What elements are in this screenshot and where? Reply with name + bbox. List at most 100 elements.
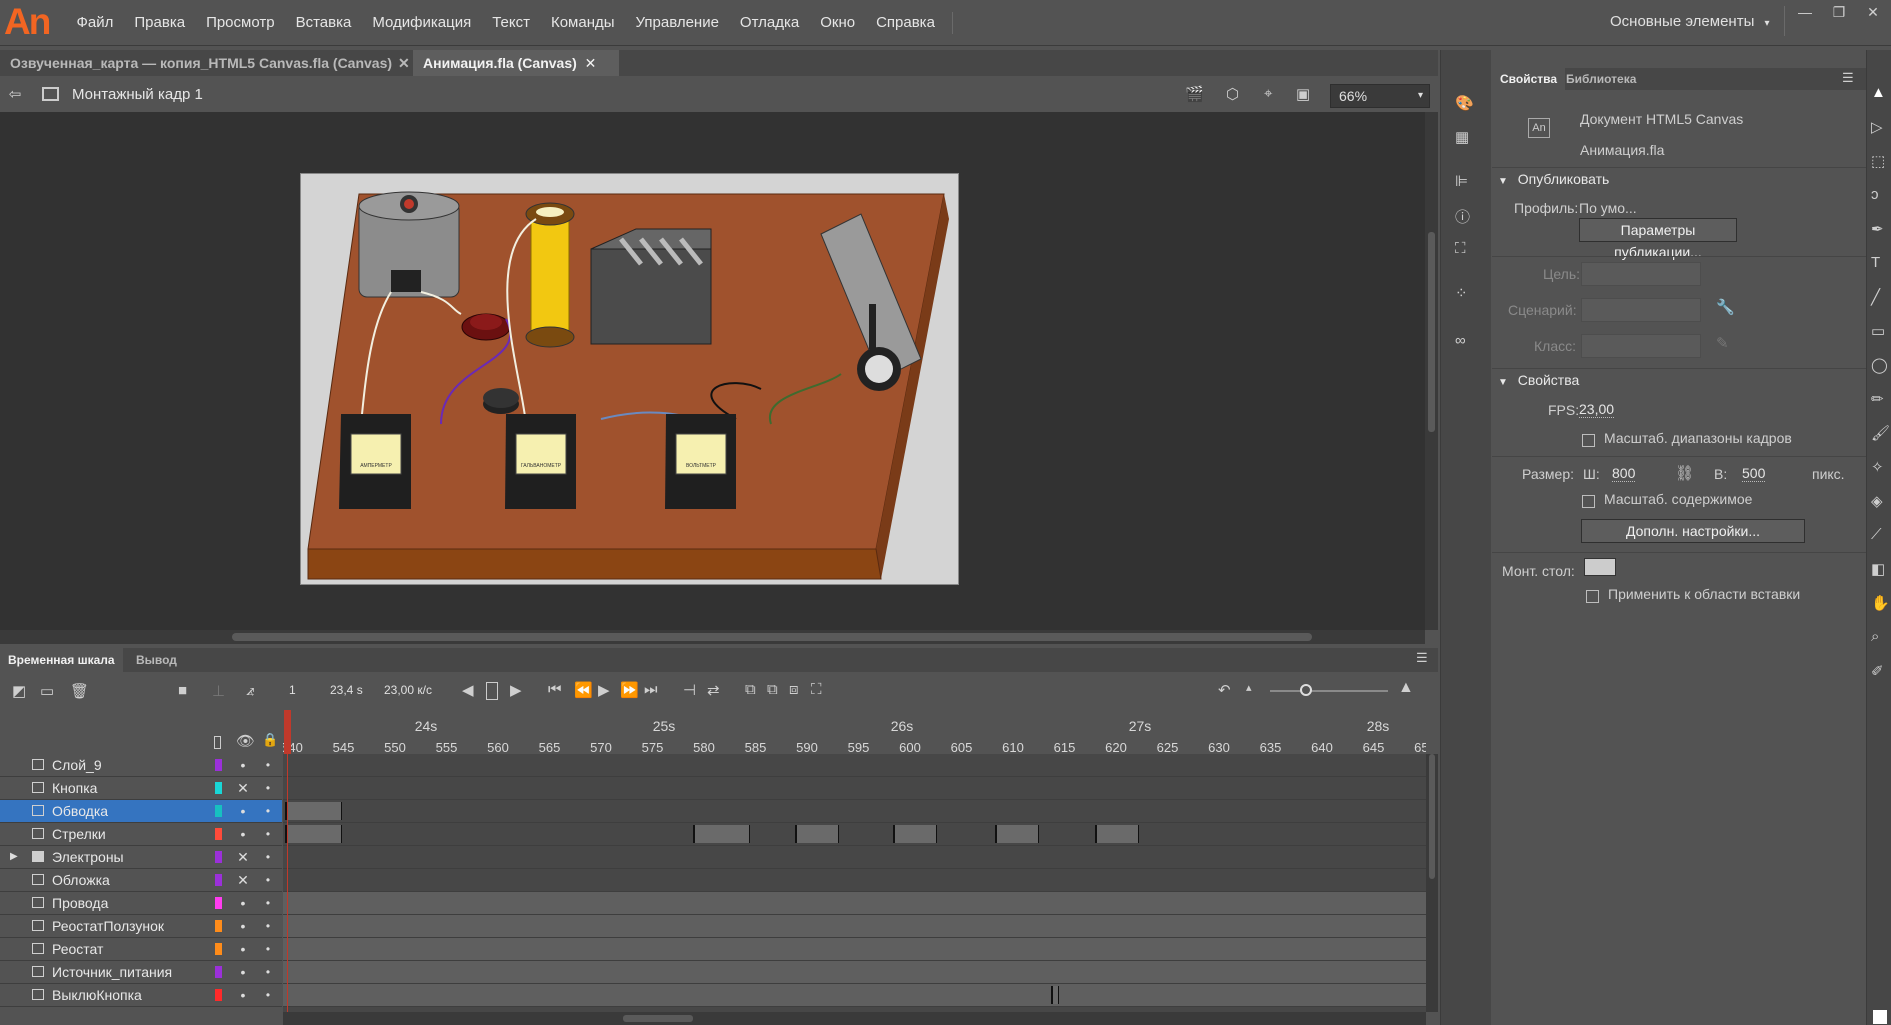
text-tool-icon[interactable]: T [1871, 254, 1880, 271]
eye-icon[interactable]: 👁 [236, 732, 255, 750]
frame-rate[interactable]: 23,00 к/с [384, 683, 432, 697]
layer-color-swatch[interactable] [215, 966, 222, 978]
lock-toggle[interactable]: • [262, 777, 274, 799]
frame-row[interactable] [283, 800, 1426, 823]
minimize-icon[interactable]: — [1794, 4, 1816, 22]
oval-tool-icon[interactable]: ◯ [1871, 356, 1888, 374]
lock-toggle[interactable]: • [262, 823, 274, 845]
bone-tool-icon[interactable]: ✧ [1871, 458, 1884, 476]
hand-tool-icon[interactable]: ✋ [1871, 594, 1890, 612]
menu-help[interactable]: Справка [866, 0, 946, 45]
back-arrow-icon[interactable]: ⇦ [6, 85, 24, 103]
visibility-toggle[interactable]: • [236, 915, 250, 937]
menu-view[interactable]: Просмотр [196, 0, 286, 45]
fill-color-swatch[interactable] [1873, 1010, 1887, 1024]
current-frame[interactable]: 1 [289, 683, 296, 697]
visibility-toggle[interactable]: • [236, 754, 250, 776]
selection-tool-icon[interactable]: ▲ [1871, 84, 1886, 101]
lock-toggle[interactable]: • [262, 754, 274, 776]
insert-keyframe-icon[interactable] [486, 682, 498, 700]
pencil-tool-icon[interactable]: ✏ [1871, 390, 1884, 408]
info-icon[interactable]: ⓘ [1455, 206, 1470, 227]
keyframe-span[interactable] [693, 825, 750, 843]
visibility-toggle[interactable]: • [236, 984, 250, 1006]
layer-row[interactable]: Стрелки • • [0, 823, 282, 846]
timeline-zoom-slider[interactable] [1270, 690, 1388, 692]
menu-modify[interactable]: Модификация [362, 0, 482, 45]
publish-settings-button[interactable]: Параметры публикации... [1579, 218, 1737, 260]
pen-tool-icon[interactable]: ✒ [1871, 220, 1884, 238]
lock-toggle[interactable]: • [262, 938, 274, 960]
frame-row[interactable] [283, 915, 1426, 938]
frames-grid[interactable] [283, 754, 1426, 1012]
next-keyframe-icon[interactable]: ▶ [510, 681, 522, 699]
link-icon[interactable]: ⛓ [1675, 464, 1694, 482]
align-icon[interactable]: ⊫ [1455, 172, 1468, 190]
panel-menu-icon[interactable]: ☰ [1416, 650, 1428, 666]
stage[interactable]: АМПЕРМЕТР ГАЛЬВАНОМЕТР ВОЛЬТМЕТР [300, 173, 959, 585]
keyframe-span[interactable] [995, 825, 1039, 843]
lasso-tool-icon[interactable]: ↄ [1871, 186, 1879, 203]
slider-handle[interactable] [1300, 684, 1312, 696]
frame-row[interactable] [283, 938, 1426, 961]
playhead[interactable] [284, 710, 291, 754]
workspace-select[interactable]: Основные элементы ▾ [1610, 10, 1770, 34]
properties-section-header[interactable]: ▼ Свойства [1498, 372, 1579, 388]
tab-document-1[interactable]: Озвученная_карта — копия_HTML5 Canvas.fl… [0, 50, 412, 76]
lock-toggle[interactable]: • [262, 869, 274, 891]
timeline-horizontal-scrollbar[interactable] [283, 1012, 1426, 1025]
edit-symbol-icon[interactable]: ⬡ [1226, 85, 1239, 103]
layer-color-swatch[interactable] [215, 943, 222, 955]
visibility-toggle[interactable]: • [236, 938, 250, 960]
stage-color-swatch[interactable] [1584, 558, 1616, 576]
layer-row[interactable]: РеостатПолзунок • • [0, 915, 282, 938]
menu-debug[interactable]: Отладка [729, 0, 809, 45]
layer-color-swatch[interactable] [215, 828, 222, 840]
keyframe-span[interactable] [285, 825, 342, 843]
onion-skin-icon[interactable]: ⧉ [745, 681, 756, 698]
layer-color-swatch[interactable] [215, 851, 222, 863]
outline-icon[interactable] [214, 736, 221, 749]
menu-control[interactable]: Управление [625, 0, 729, 45]
new-folder-icon[interactable]: ▭ [40, 682, 54, 700]
motion-presets-icon[interactable]: ⁘ [1455, 284, 1468, 302]
paint-bucket-icon[interactable]: ◈ [1871, 492, 1883, 510]
visibility-toggle[interactable]: ✕ [236, 777, 250, 799]
center-stage-icon[interactable]: ⌖ [1264, 85, 1272, 102]
prev-keyframe-icon[interactable]: ◀ [462, 681, 474, 699]
width-value[interactable]: 800 [1612, 465, 1636, 482]
zoom-out-icon[interactable]: ▴ [1246, 681, 1252, 694]
keyframe-span[interactable] [1051, 986, 1059, 1004]
timeline-vertical-scrollbar[interactable] [1426, 754, 1438, 1012]
stage-vertical-scrollbar[interactable] [1425, 112, 1438, 630]
keyframe-span[interactable] [795, 825, 839, 843]
lock-toggle[interactable]: • [262, 961, 274, 983]
lock-toggle[interactable]: • [262, 800, 274, 822]
restore-icon[interactable]: ❐ [1828, 4, 1850, 22]
close-icon[interactable]: ✕ [585, 55, 597, 71]
frame-row[interactable] [283, 892, 1426, 915]
layer-color-swatch[interactable] [215, 782, 222, 794]
layer-color-swatch[interactable] [215, 759, 222, 771]
zoom-select[interactable]: 66% ▾ [1330, 84, 1430, 108]
profile-value[interactable]: По умо... [1579, 200, 1637, 216]
menu-window[interactable]: Окно [810, 0, 866, 45]
eyedropper-icon[interactable]: ⟋ [1871, 526, 1882, 543]
keyframe-span[interactable] [893, 825, 937, 843]
new-layer-icon[interactable]: ◩ [12, 682, 26, 700]
center-frame-icon[interactable]: ⊣ [683, 681, 696, 699]
frame-row[interactable] [283, 846, 1426, 869]
layer-color-swatch[interactable] [215, 989, 222, 1001]
tab-library[interactable]: Библиотека [1558, 68, 1644, 90]
layer-row[interactable]: Кнопка ✕ • [0, 777, 282, 800]
layer-row[interactable]: Слой_9 • • [0, 754, 282, 777]
panel-menu-icon[interactable]: ☰ [1842, 70, 1854, 86]
zoom-in-icon[interactable]: ▲ [1398, 679, 1414, 697]
play-icon[interactable]: ▶ [598, 681, 610, 699]
scroll-thumb[interactable] [1429, 754, 1435, 879]
fps-value[interactable]: 23,00 [1579, 401, 1615, 418]
modify-markers-icon[interactable]: ⛶ [811, 681, 822, 698]
lock-toggle[interactable]: • [262, 846, 274, 868]
menu-commands[interactable]: Команды [540, 0, 625, 45]
frame-row[interactable] [283, 823, 1426, 846]
